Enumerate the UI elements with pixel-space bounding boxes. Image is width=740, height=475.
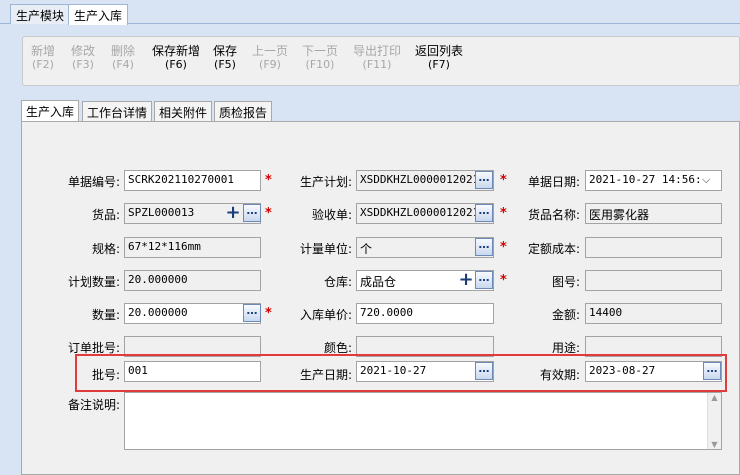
lookup-button[interactable]: … xyxy=(243,304,261,322)
toolbar: 新增 (F2) 修改 (F3) 删除 (F4) 保存新增 (F6) 保存 (F5) 上一页… xyxy=(22,36,740,86)
add-icon[interactable]: + xyxy=(457,271,475,289)
quota-cost-label: 定额成本: xyxy=(527,242,580,256)
plan-qty-label: 计划数量: xyxy=(67,275,120,289)
lookup-button[interactable]: … xyxy=(475,271,493,289)
export-print-button[interactable]: 导出打印 (F11) xyxy=(353,45,401,72)
calendar-button[interactable]: … xyxy=(475,362,493,380)
required-star: * xyxy=(500,173,507,188)
goods-name-label: 货品名称: xyxy=(527,208,580,222)
expiry-field[interactable]: 2023-08-27 xyxy=(585,361,722,382)
amount-field[interactable]: 14400 xyxy=(585,303,722,324)
batch-no-label: 批号: xyxy=(91,368,120,382)
doc-no-label: 单据编号: xyxy=(67,175,120,189)
lookup-button[interactable]: … xyxy=(475,171,493,189)
tab-production-module[interactable]: 生产模块 xyxy=(10,4,71,24)
drawing-no-label: 图号: xyxy=(551,275,580,289)
save-button[interactable]: 保存 (F5) xyxy=(213,45,237,72)
spec-label: 规格: xyxy=(91,242,120,256)
required-star: * xyxy=(500,273,507,288)
remark-textarea[interactable]: ▲ ▼ xyxy=(124,392,722,450)
new-button[interactable]: 新增 (F2) xyxy=(31,45,55,72)
plan-qty-field[interactable]: 20.000000 xyxy=(124,270,261,291)
unit-field[interactable]: 个 xyxy=(356,237,494,258)
scroll-down-icon[interactable]: ▼ xyxy=(708,440,721,449)
lookup-button[interactable]: … xyxy=(475,204,493,222)
doc-date-label: 单据日期: xyxy=(527,175,580,189)
spec-field[interactable]: 67*12*116mm xyxy=(124,237,261,258)
unit-label: 计量单位: xyxy=(299,242,352,256)
in-price-field[interactable]: 720.0000 xyxy=(356,303,494,324)
required-star: * xyxy=(500,240,507,255)
scroll-up-icon[interactable]: ▲ xyxy=(708,393,721,402)
chevron-down-icon[interactable]: ⌵ xyxy=(702,173,710,187)
quota-cost-field[interactable] xyxy=(585,237,722,258)
remark-label: 备注说明: xyxy=(67,398,120,412)
next-page-button[interactable]: 下一页 (F10) xyxy=(302,45,338,72)
required-star: * xyxy=(500,206,507,221)
amount-label: 金额: xyxy=(551,308,580,322)
tab-inbound[interactable]: 生产入库 xyxy=(21,100,80,122)
tab-production-inbound[interactable]: 生产入库 xyxy=(68,4,129,25)
prev-page-button[interactable]: 上一页 (F9) xyxy=(252,45,288,72)
add-icon[interactable]: + xyxy=(224,204,242,222)
warehouse-label: 仓库: xyxy=(323,275,352,289)
scrollbar[interactable]: ▲ ▼ xyxy=(707,393,721,449)
qty-field[interactable]: 20.000000 xyxy=(124,303,261,324)
required-star: * xyxy=(265,306,272,321)
save-and-new-button[interactable]: 保存新增 (F6) xyxy=(152,45,200,72)
prod-plan-field[interactable]: XSDDKHZL000001202110 xyxy=(356,170,494,191)
batch-no-field[interactable]: 001 xyxy=(124,361,261,382)
doc-no-field[interactable]: SCRK202110270001 xyxy=(124,170,261,191)
goods-label: 货品: xyxy=(91,208,120,222)
qty-label: 数量: xyxy=(91,308,120,322)
inspection-label: 验收单: xyxy=(311,208,352,222)
prod-date-field[interactable]: 2021-10-27 xyxy=(356,361,494,382)
calendar-button[interactable]: … xyxy=(703,362,721,380)
lookup-button[interactable]: … xyxy=(243,204,261,222)
in-price-label: 入库单价: xyxy=(299,308,352,322)
module-tab-bar: 生产模块 生产入库 xyxy=(0,0,740,25)
drawing-no-field[interactable] xyxy=(585,270,722,291)
edit-button[interactable]: 修改 (F3) xyxy=(71,45,95,72)
prod-plan-label: 生产计划: xyxy=(299,175,352,189)
expiry-label: 有效期: xyxy=(539,368,580,382)
prod-date-label: 生产日期: xyxy=(299,368,352,382)
required-star: * xyxy=(265,206,272,221)
inspection-field[interactable]: XSDDKHZL000001202110 xyxy=(356,203,494,224)
tab-attachments[interactable]: 相关附件 xyxy=(154,101,213,122)
tab-workbench-details[interactable]: 工作台详情 xyxy=(82,101,153,122)
goods-name-field[interactable]: 医用雾化器 xyxy=(585,203,722,224)
lookup-button[interactable]: … xyxy=(475,238,493,256)
required-star: * xyxy=(265,173,272,188)
delete-button[interactable]: 删除 (F4) xyxy=(111,45,135,72)
tab-qc-report[interactable]: 质检报告 xyxy=(214,101,273,122)
back-to-list-button[interactable]: 返回列表 (F7) xyxy=(415,45,463,72)
